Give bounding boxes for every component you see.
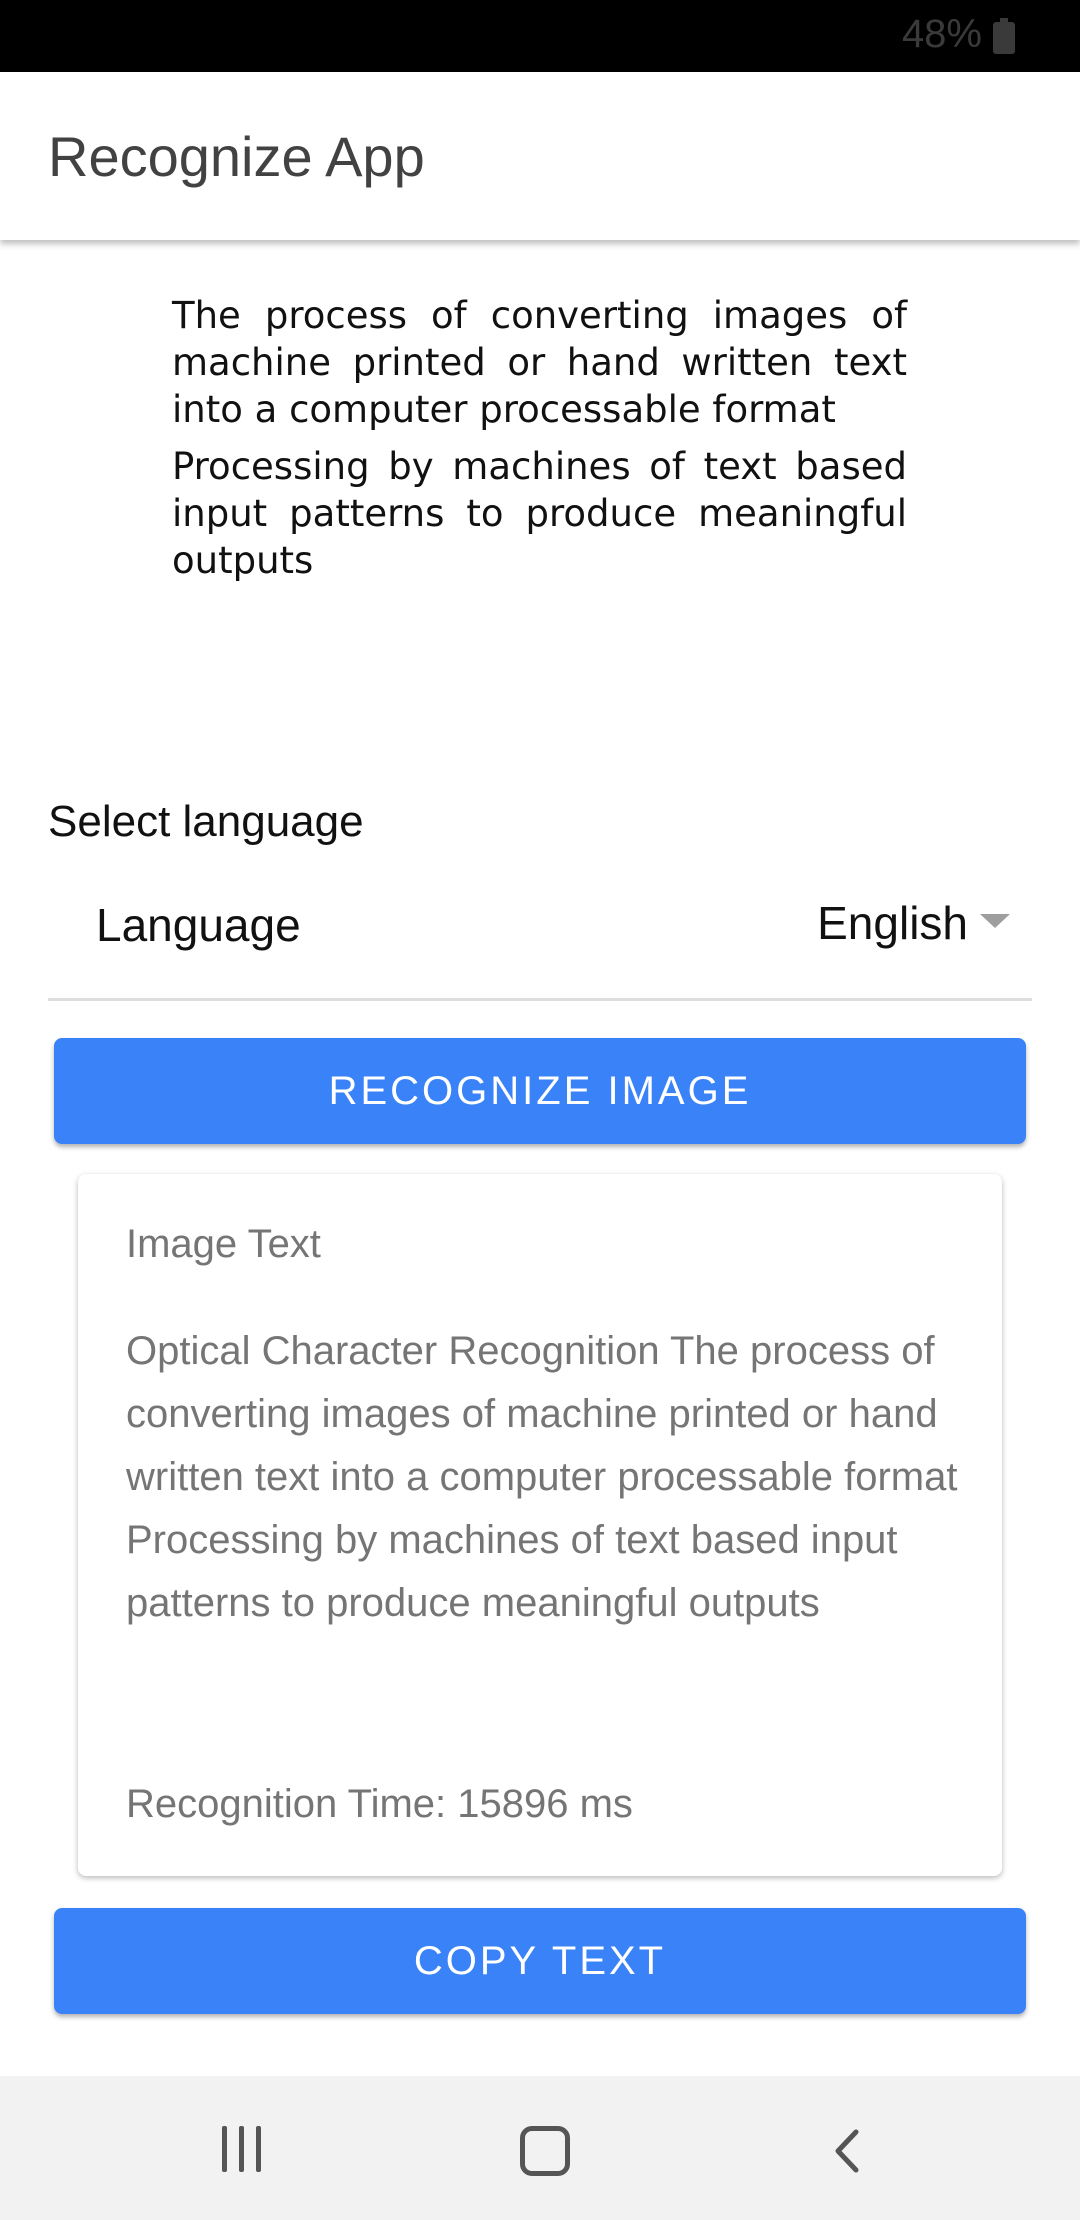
language-selected-value[interactable]: English xyxy=(817,896,968,950)
language-label: Language xyxy=(96,899,301,951)
status-bar: 48% xyxy=(0,0,1080,72)
app-bar: Recognize App xyxy=(0,72,1080,240)
select-language-label: Select language xyxy=(48,797,364,846)
source-paragraph: Processing by machines of text based inp… xyxy=(172,445,907,582)
result-card: Image Text Optical Character Recognition… xyxy=(78,1174,1002,1876)
recognize-image-button[interactable]: RECOGNIZE IMAGE xyxy=(54,1038,1026,1144)
recents-icon[interactable] xyxy=(220,2126,264,2174)
app-title: Recognize App xyxy=(48,125,425,188)
battery-percent: 48% xyxy=(901,12,982,56)
copy-text-button[interactable]: COPY TEXT xyxy=(54,1908,1026,2014)
source-image: The process of converting images of mach… xyxy=(172,292,907,594)
screen: 48% Recognize App The process of convert… xyxy=(0,0,1080,2220)
source-paragraph: The process of converting images of mach… xyxy=(172,294,907,431)
card-title: Image Text xyxy=(126,1222,321,1266)
battery-icon xyxy=(993,18,1015,54)
back-icon[interactable] xyxy=(826,2128,870,2174)
language-dropdown[interactable]: Language English xyxy=(48,880,1032,1001)
chevron-down-icon[interactable] xyxy=(980,914,1010,928)
recognition-time: Recognition Time: 15896 ms xyxy=(126,1782,633,1826)
navigation-bar xyxy=(0,2076,1080,2220)
recognized-text: Optical Character Recognition The proces… xyxy=(126,1329,958,1625)
home-icon[interactable] xyxy=(520,2126,570,2176)
